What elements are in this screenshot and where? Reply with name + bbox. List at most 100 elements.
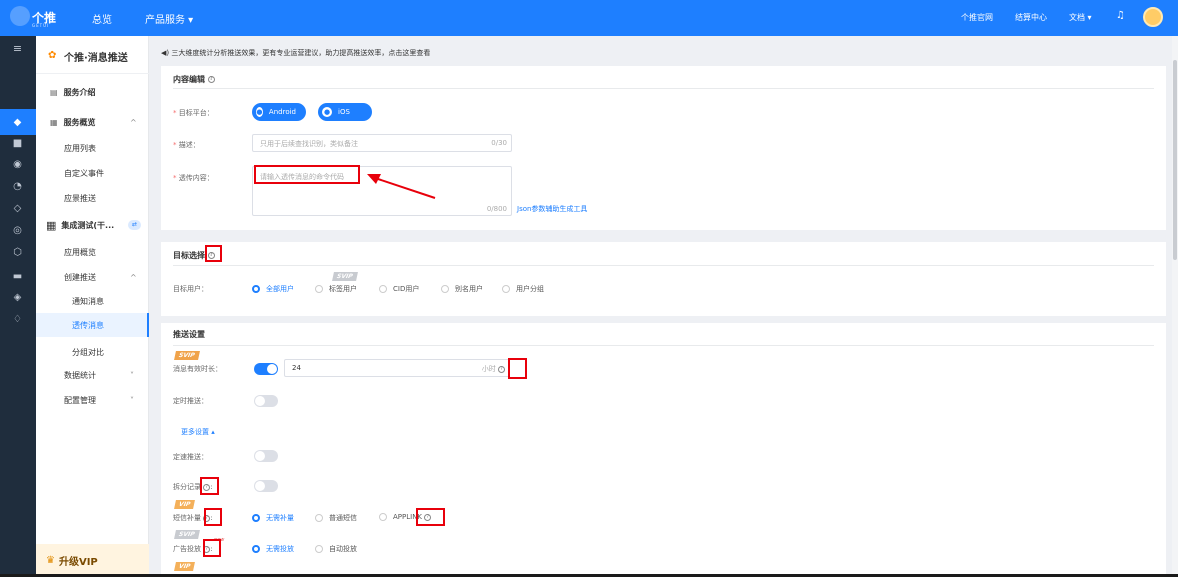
content-edit-title: 内容编辑 ? bbox=[173, 74, 215, 85]
sidebar-item-notification[interactable]: 通知消息 bbox=[36, 289, 149, 313]
help-icon: ? bbox=[207, 76, 215, 83]
ios-button[interactable]: ● iOS bbox=[318, 103, 372, 121]
logo-icon bbox=[10, 6, 30, 26]
radio-auto-ads[interactable]: 自动投放 bbox=[315, 544, 357, 554]
radio-cid-users[interactable]: CID用户 bbox=[379, 284, 419, 294]
content-char-count: 0/800 bbox=[486, 205, 507, 213]
sidebar-header: ✿ 个推·消息推送 bbox=[36, 36, 149, 74]
annotation-box bbox=[200, 477, 219, 495]
content-label: * 透传内容： bbox=[173, 174, 214, 182]
radio-user-group[interactable]: 用户分组 bbox=[502, 284, 544, 294]
bell-icon[interactable]: ♫ bbox=[1116, 10, 1125, 21]
chevron-up-icon: ^ bbox=[130, 117, 137, 127]
target-card: 目标选择 ? SVIP 目标用户： 全部用户 标签用户 CID用户 别名用户 用… bbox=[161, 242, 1166, 316]
svip-badge: SVIP bbox=[174, 351, 200, 360]
sidebar-item-intro[interactable]: ▤ 服务介绍 bbox=[36, 80, 149, 104]
target-user-label: 目标用户： bbox=[173, 285, 208, 293]
svip-badge: SVIP bbox=[174, 530, 200, 539]
eye-product-icon[interactable]: ◎ bbox=[11, 224, 24, 237]
diamond-product-icon[interactable]: ♢ bbox=[11, 313, 24, 326]
sidebar-item-config[interactable]: 配置管理 ˅ bbox=[36, 388, 149, 412]
annotation-arrow bbox=[367, 174, 436, 199]
radio-alias-users[interactable]: 别名用户 bbox=[441, 284, 483, 294]
sidebar-item-overview[interactable]: ▦ 服务概览 ^ bbox=[36, 110, 149, 134]
top-bar: 个推 GETUI 总览 产品服务 ▾ 个推官网 结算中心 文档 ▾ ♫ bbox=[0, 0, 1178, 36]
svip-badge: SVIP bbox=[332, 272, 358, 281]
desc-input[interactable]: 只用于后续查找识别，类似备注 0/30 bbox=[252, 134, 512, 152]
link-docs[interactable]: 文档 ▾ bbox=[1069, 12, 1092, 23]
desc-label: * 描述： bbox=[173, 141, 200, 149]
analytics-product-icon[interactable]: ◉ bbox=[11, 158, 24, 171]
avatar[interactable] bbox=[1143, 7, 1163, 27]
main-content: ◀) 三大维度统计分析推送效果，更有专业运营建议，助力提高推送效率，点击这里查看… bbox=[149, 36, 1178, 577]
radio-no-ads[interactable]: 无需投放 bbox=[252, 544, 294, 554]
radio-tag-users[interactable]: 标签用户 bbox=[315, 284, 357, 294]
sidebar: ✿ 个推·消息推送 ▤ 服务介绍 ▦ 服务概览 ^ 应用列表 自定义事件 应景推… bbox=[36, 36, 149, 577]
vip-badge: VIP bbox=[174, 500, 196, 509]
timed-push-switch[interactable] bbox=[254, 395, 278, 407]
split-record-switch[interactable] bbox=[254, 480, 278, 492]
annotation-box bbox=[203, 539, 221, 557]
platform-label: * 目标平台： bbox=[173, 109, 214, 117]
sidebar-item-app-list[interactable]: 应用列表 bbox=[36, 136, 149, 160]
user-product-icon[interactable]: ■ bbox=[11, 137, 24, 150]
security-product-icon[interactable]: ◈ bbox=[11, 291, 24, 304]
sidebar-item-statistics[interactable]: 数据统计 ˅ bbox=[36, 363, 149, 387]
switch-app-icon[interactable]: ⇄ bbox=[128, 220, 141, 230]
crown-icon: ♛ bbox=[46, 555, 55, 566]
grid-icon: ▦ bbox=[50, 117, 58, 127]
rate-push-switch[interactable] bbox=[254, 450, 278, 462]
chevron-up-icon: ^ bbox=[130, 272, 137, 282]
help-icon: ? bbox=[498, 365, 505, 373]
menu-toggle-icon[interactable]: ≡ bbox=[11, 42, 24, 55]
tag-product-icon[interactable]: ◔ bbox=[11, 180, 24, 193]
sidebar-item-passthrough[interactable]: 透传消息 bbox=[36, 313, 149, 337]
timed-push-label: 定时推送： bbox=[173, 397, 208, 405]
getui-logo[interactable]: 个推 GETUI bbox=[10, 6, 70, 30]
ttl-input[interactable]: 24 小时 ? bbox=[284, 359, 510, 377]
annotation-box bbox=[416, 508, 445, 526]
android-button[interactable]: ● Android bbox=[252, 103, 306, 121]
sidebar-item-app-overview[interactable]: 应用概览 bbox=[36, 240, 149, 264]
sidebar-item-integration-test[interactable]: ▦ 集成测试(干... ⇄ bbox=[36, 213, 149, 237]
desc-char-count: 0/30 bbox=[491, 139, 507, 147]
content-edit-card: 内容编辑 ? * 目标平台： ● Android ● iOS * 描述： 只用于后续… bbox=[161, 66, 1166, 230]
radio-normal-sms[interactable]: 普通短信 bbox=[315, 513, 357, 523]
logo-subtext: GETUI bbox=[32, 23, 50, 28]
ttl-switch[interactable] bbox=[254, 363, 278, 375]
ttl-label: 消息有效时长： bbox=[173, 365, 222, 373]
icon-rail: ≡ ◆ ■ ◉ ◔ ◇ ◎ ⬡ ▬ ◈ ♢ bbox=[0, 36, 36, 577]
android-icon: ● bbox=[256, 107, 263, 117]
nav-products[interactable]: 产品服务 ▾ bbox=[145, 11, 193, 26]
annotation-box bbox=[254, 165, 360, 184]
annotation-box bbox=[204, 508, 222, 526]
nav-overview[interactable]: 总览 bbox=[92, 11, 112, 26]
scrollbar-thumb[interactable] bbox=[1173, 60, 1177, 260]
push-product-icon[interactable]: ◆ bbox=[11, 116, 24, 129]
json-tool-link[interactable]: Json参数辅助生成工具 bbox=[517, 204, 587, 214]
sidebar-item-create-push[interactable]: 创建推送 ^ bbox=[36, 265, 149, 289]
vip-badge: VIP bbox=[174, 562, 196, 571]
link-billing[interactable]: 结算中心 bbox=[1015, 12, 1047, 23]
radio-all-users[interactable]: 全部用户 bbox=[252, 284, 294, 294]
label-product-icon[interactable]: ◇ bbox=[11, 202, 24, 215]
calendar-icon: ▦ bbox=[46, 218, 57, 232]
sidebar-item-ab-compare[interactable]: 分组对比 bbox=[36, 340, 149, 364]
card-product-icon[interactable]: ▬ bbox=[11, 270, 24, 283]
shield-product-icon[interactable]: ⬡ bbox=[11, 246, 24, 259]
notice-banner[interactable]: ◀) 三大维度统计分析推送效果，更有专业运营建议，助力提高推送效率，点击这里查看 bbox=[161, 48, 430, 58]
push-settings-card: 推送设置 SVIP 消息有效时长： 24 小时 ? 定时推送： 更多设置 ▴ 定… bbox=[161, 323, 1166, 577]
more-settings-toggle[interactable]: 更多设置 ▴ bbox=[181, 427, 215, 437]
rate-push-label: 定速推送： bbox=[173, 453, 208, 461]
radio-no-sms[interactable]: 无需补量 bbox=[252, 513, 294, 523]
doc-icon: ▤ bbox=[50, 87, 58, 97]
sidebar-item-scene-push[interactable]: 应景推送 bbox=[36, 186, 149, 210]
push-settings-title: 推送设置 bbox=[173, 330, 205, 339]
chevron-down-icon: ˅ bbox=[130, 370, 134, 380]
sidebar-item-custom-events[interactable]: 自定义事件 bbox=[36, 161, 149, 185]
upgrade-vip-button[interactable]: ♛ 升级VIP bbox=[36, 544, 149, 577]
apple-icon: ● bbox=[322, 107, 332, 117]
chevron-down-icon: ˅ bbox=[130, 395, 134, 405]
link-official-site[interactable]: 个推官网 bbox=[961, 12, 993, 23]
sidebar-title: 个推·消息推送 bbox=[64, 53, 128, 64]
